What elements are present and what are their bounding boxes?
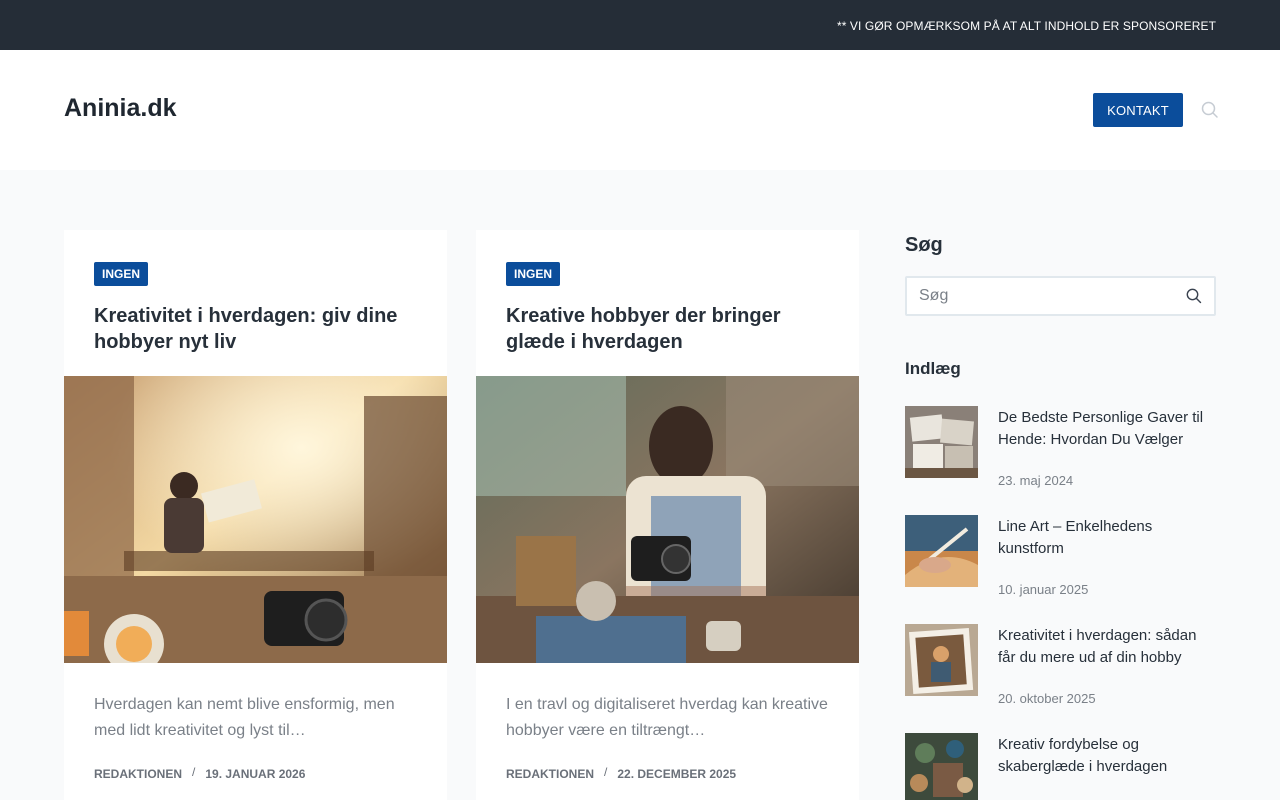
post-date: 23. maj 2024 (998, 473, 1074, 488)
meta-separator: / (192, 765, 196, 779)
sponsored-notice: ** VI GØR OPMÆRKSOM PÅ AT ALT INDHOLD ER… (836, 19, 1216, 33)
post-thumbnail[interactable] (905, 406, 978, 478)
post-title[interactable]: De Bedste Personlige Gaver til Hende: Hv… (998, 407, 1216, 451)
category-badge[interactable]: INGEN (506, 262, 561, 286)
search-heading: Søg (905, 234, 943, 256)
posts-heading: Indlæg (905, 359, 961, 378)
article-excerpt: I en travl og digitaliseret hverdag kan … (506, 696, 828, 739)
article-card: INGEN Kreativitet i hverdagen: giv dine … (64, 230, 447, 800)
article-excerpt: Hverdagen kan nemt blive ensformig, men … (94, 696, 395, 739)
article-title[interactable]: Kreativitet i hverdagen: giv dine hobbye… (94, 303, 424, 355)
post-date: 20. oktober 2025 (998, 691, 1096, 706)
post-date: 10. januar 2025 (998, 582, 1089, 597)
search-icon[interactable] (1201, 101, 1219, 119)
post-title[interactable]: Kreativitet i hverdagen: sådan får du me… (998, 625, 1216, 669)
list-item[interactable]: Kreativitet i hverdagen: sådan får du me… (905, 624, 1216, 706)
post-title[interactable]: Kreativ fordybelse og skaberglæde i hver… (998, 734, 1216, 778)
meta-separator: / (604, 765, 608, 779)
article-image[interactable] (476, 376, 859, 663)
list-item[interactable]: Kreativ fordybelse og skaberglæde i hver… (905, 733, 1216, 800)
article-author[interactable]: REDAKTIONEN (94, 767, 182, 781)
post-title[interactable]: Line Art – Enkelhedens kunstform (998, 516, 1216, 560)
search-input[interactable] (907, 278, 1167, 314)
article-title[interactable]: Kreative hobbyer der bringer glæde i hve… (506, 303, 836, 355)
site-header: Aninia.dk KONTAKT (0, 50, 1280, 170)
category-badge[interactable]: INGEN (94, 262, 149, 286)
article-author[interactable]: REDAKTIONEN (506, 767, 594, 781)
contact-button[interactable]: KONTAKT (1093, 93, 1183, 127)
article-card: INGEN Kreative hobbyer der bringer glæde… (476, 230, 859, 800)
site-logo[interactable]: Aninia.dk (64, 94, 177, 123)
article-image[interactable] (64, 376, 447, 663)
article-meta: REDAKTIONEN / 22. DECEMBER 2025 (506, 765, 737, 781)
post-thumbnail[interactable] (905, 733, 978, 800)
search-icon[interactable] (1186, 288, 1202, 304)
top-notice-bar: ** VI GØR OPMÆRKSOM PÅ AT ALT INDHOLD ER… (0, 0, 1280, 50)
list-item[interactable]: Line Art – Enkelhedens kunstform 10. jan… (905, 515, 1216, 597)
article-meta: REDAKTIONEN / 19. JANUAR 2026 (94, 765, 306, 781)
article-date: 19. JANUAR 2026 (205, 767, 306, 781)
search-widget (905, 276, 1216, 316)
post-thumbnail[interactable] (905, 515, 978, 587)
article-date: 22. DECEMBER 2025 (617, 767, 737, 781)
list-item[interactable]: De Bedste Personlige Gaver til Hende: Hv… (905, 406, 1216, 488)
post-thumbnail[interactable] (905, 624, 978, 696)
